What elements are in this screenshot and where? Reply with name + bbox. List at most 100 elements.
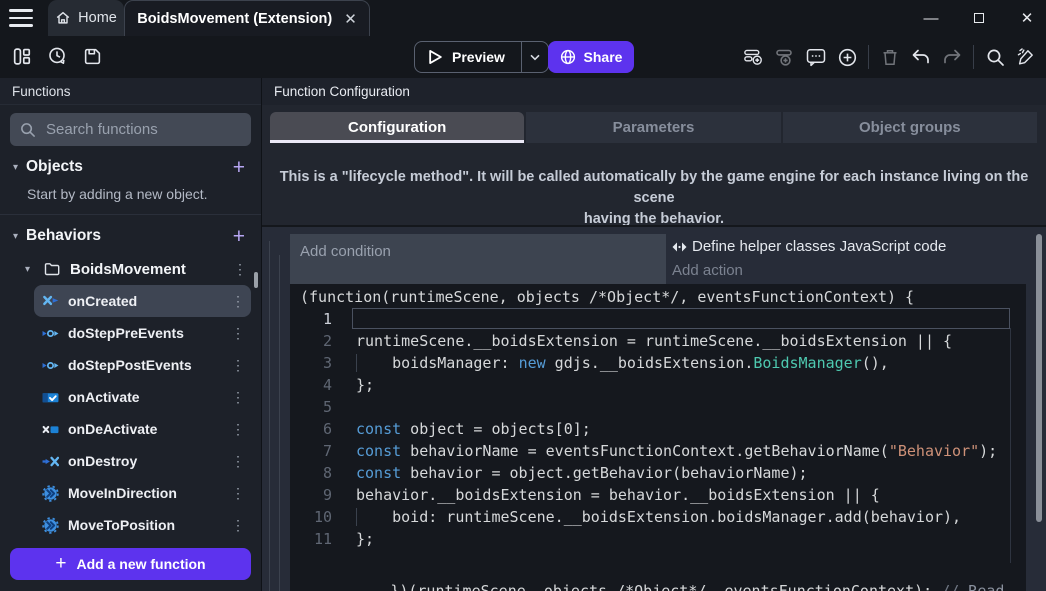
- app-window: Home BoidsMovement (Extension) ✕ — ✕: [0, 0, 1046, 591]
- add-new-function-button[interactable]: + Add a new function: [10, 548, 251, 580]
- behavior-folder-row[interactable]: ▾ BoidsMovement ⋮: [0, 254, 261, 284]
- maximize-icon: [974, 13, 984, 23]
- tab-home-label: Home: [78, 10, 117, 26]
- current-line-highlight: [352, 308, 1010, 329]
- function-item-label: MoveToPosition: [68, 517, 175, 533]
- hamburger-menu-icon[interactable]: [9, 9, 33, 27]
- plus-icon: +: [55, 553, 66, 575]
- add-condition-cell[interactable]: Add condition: [290, 234, 666, 284]
- item-menu-button[interactable]: ⋮: [231, 453, 245, 470]
- add-function-label: Add a new function: [77, 556, 206, 572]
- save-icon[interactable]: [82, 46, 102, 66]
- folder-menu-button[interactable]: ⋮: [233, 261, 247, 278]
- search-placeholder: Search functions: [46, 121, 158, 138]
- line-text: behavior.__boidsExtension = behavior.__b…: [356, 484, 880, 506]
- js-code-editor[interactable]: (function(runtimeScene, objects /*Object…: [290, 284, 1026, 591]
- code-line-9: 9behavior.__boidsExtension = behavior.__…: [290, 484, 1026, 506]
- line-text: const object = objects[0];: [356, 418, 591, 440]
- share-button[interactable]: Share: [548, 41, 634, 73]
- shuffle-arrows-icon: [42, 293, 59, 310]
- add-other-event-icon[interactable]: [837, 47, 857, 67]
- sidebar-divider: [0, 214, 261, 215]
- close-button[interactable]: ✕: [1016, 7, 1038, 29]
- item-menu-button[interactable]: ⋮: [231, 421, 245, 438]
- line-text: runtimeScene.__boidsExtension = runtimeS…: [356, 330, 952, 352]
- add-subevent-icon[interactable]: [775, 47, 795, 67]
- function-item-moveindirection[interactable]: MoveInDirection⋮: [34, 477, 251, 509]
- tab-home[interactable]: Home: [48, 0, 124, 36]
- item-menu-button[interactable]: ⋮: [231, 485, 245, 502]
- item-menu-button[interactable]: ⋮: [231, 293, 245, 310]
- events-scrollbar[interactable]: [1036, 234, 1042, 522]
- footer-comment-slashes: //: [941, 582, 968, 591]
- collapse-caret-icon[interactable]: ▾: [13, 231, 26, 242]
- code-line-5: 5: [290, 396, 1026, 418]
- preview-dropdown-button[interactable]: [521, 42, 548, 72]
- tab-boidsmovement[interactable]: BoidsMovement (Extension) ✕: [124, 0, 370, 36]
- collapse-caret-icon[interactable]: ▾: [13, 162, 26, 173]
- toolbar-divider: [973, 45, 974, 69]
- toolbar: Preview Share: [0, 36, 1046, 78]
- tab-object-groups[interactable]: Object groups: [783, 112, 1037, 143]
- undo-icon[interactable]: [911, 47, 931, 67]
- functions-sidebar: Functions Search functions ▾ Objects + S…: [0, 78, 262, 591]
- add-object-button[interactable]: +: [233, 157, 245, 178]
- tab-active-label: BoidsMovement (Extension): [137, 11, 332, 27]
- panel-title: Function Configuration: [262, 78, 1046, 105]
- preview-button[interactable]: Preview: [415, 42, 521, 72]
- search-icon[interactable]: [985, 47, 1005, 67]
- search-icon: [20, 122, 36, 138]
- function-item-label: onDeActivate: [68, 421, 157, 437]
- minimize-button[interactable]: —: [920, 7, 942, 29]
- pre-step-icon: [42, 325, 59, 342]
- add-action-link[interactable]: Add action: [672, 262, 743, 279]
- add-comment-icon[interactable]: [806, 47, 826, 67]
- window-controls: — ✕: [920, 0, 1038, 36]
- redo-icon[interactable]: [942, 47, 962, 67]
- tab-parameters[interactable]: Parameters: [526, 112, 780, 143]
- function-item-ondestroy[interactable]: onDestroy⋮: [34, 445, 251, 477]
- objects-section-header: ▾ Objects +: [0, 151, 261, 183]
- indent-guide: [269, 241, 270, 591]
- function-item-oncreated[interactable]: onCreated⋮: [34, 285, 251, 317]
- sidebar-scrollbar[interactable]: [254, 272, 258, 288]
- line-number: 1: [290, 308, 346, 330]
- tab-close-icon[interactable]: ✕: [344, 10, 357, 28]
- function-item-dosteppostevents[interactable]: doStepPostEvents⋮: [34, 349, 251, 381]
- titlebar: Home BoidsMovement (Extension) ✕ — ✕: [0, 0, 1046, 36]
- add-event-icon[interactable]: [744, 47, 764, 67]
- edit-pen-icon[interactable]: [1016, 47, 1036, 67]
- project-manager-icon[interactable]: [12, 46, 32, 66]
- collapse-caret-icon[interactable]: ▾: [25, 264, 38, 275]
- function-configuration-panel: Function Configuration Configuration Par…: [262, 78, 1046, 591]
- item-menu-button[interactable]: ⋮: [231, 357, 245, 374]
- behaviors-section-header: ▾ Behaviors +: [0, 220, 261, 252]
- function-item-onactivate[interactable]: onActivate⋮: [34, 381, 251, 413]
- folder-label: BoidsMovement: [70, 261, 186, 278]
- line-number: 7: [290, 440, 346, 462]
- search-functions-input[interactable]: Search functions: [10, 113, 251, 146]
- destroy-icon: [42, 453, 59, 470]
- function-item-dosteppreevents[interactable]: doStepPreEvents⋮: [34, 317, 251, 349]
- function-list: onCreated⋮doStepPreEvents⋮doStepPostEven…: [0, 284, 261, 541]
- line-number: 10: [290, 506, 346, 528]
- add-behavior-button[interactable]: +: [233, 226, 245, 247]
- maximize-button[interactable]: [968, 7, 990, 29]
- tab-configuration[interactable]: Configuration: [270, 112, 524, 143]
- item-menu-button[interactable]: ⋮: [231, 325, 245, 342]
- item-menu-button[interactable]: ⋮: [231, 389, 245, 406]
- footer-code-text: })(runtimeScene, objects /*Object*/, eve…: [390, 582, 941, 591]
- behaviors-header-label: Behaviors: [26, 227, 101, 245]
- line-number: 3: [290, 352, 346, 374]
- events-sheet: Add condition Define helper classes Java…: [262, 225, 1046, 591]
- code-indent-guide: [356, 354, 357, 372]
- deactivate-icon: [42, 421, 59, 438]
- history-icon[interactable]: [47, 46, 67, 66]
- delete-icon[interactable]: [880, 47, 900, 67]
- function-item-movetoposition[interactable]: MoveToPosition ⋮: [34, 509, 251, 541]
- preview-label: Preview: [452, 49, 505, 65]
- line-text: };: [356, 528, 374, 550]
- function-item-ondeactivate[interactable]: onDeActivate ⋮: [34, 413, 251, 445]
- lifecycle-description: This is a "lifecycle method". It will be…: [262, 167, 1046, 230]
- item-menu-button[interactable]: ⋮: [231, 517, 245, 534]
